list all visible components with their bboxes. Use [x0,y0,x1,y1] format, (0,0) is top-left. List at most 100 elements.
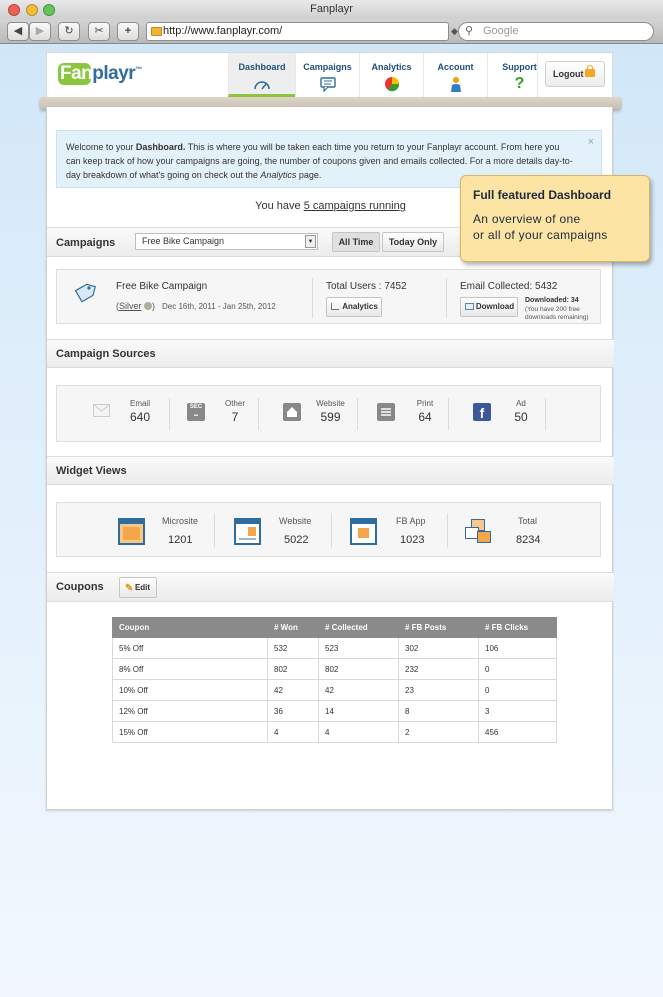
column-header: # FB Posts [398,617,479,638]
fb-app-icon [350,518,377,545]
campaigns-title: Campaigns [56,237,116,249]
today-only-button[interactable]: Today Only [382,232,444,252]
table-row: 10% Off 42 42 23 0 [112,679,557,701]
facebook-icon: f [473,403,491,421]
table-cell: 36 [267,700,319,722]
widget-views-title: Widget Views [56,465,127,477]
tab-analytics[interactable]: Analytics [359,53,423,97]
downloaded-count: Downloaded: 34 [525,297,579,304]
table-row: 15% Off 4 4 2 456 [112,721,557,743]
document-icon [377,403,395,421]
downloads-remaining: (You have 200 free downloads remaining) [525,306,589,321]
column-header: # FB Clicks [478,617,557,638]
chart-icon [331,303,339,310]
campaign-select[interactable]: Free Bike Campaign ▼ [135,233,318,250]
logo[interactable]: Fanplayr™ [60,63,142,85]
chevron-down-icon: ▼ [305,235,316,248]
widget-value-fb-app: 1023 [400,534,425,546]
table-cell: 523 [318,637,399,659]
table-cell: 10% Off [112,679,268,701]
edit-button[interactable]: ✎ Edit [119,577,157,598]
tab-campaigns[interactable]: Campaigns [295,53,359,97]
divider [357,398,358,430]
table-cell: 4 [318,721,399,743]
analytics-button[interactable]: Analytics [326,297,382,317]
widget-views-box: Microsite 1201 Website 5022 FB App 1023 … [56,502,601,557]
table-row: 8% Off 802 802 232 0 [112,658,557,680]
widget-value-microsite: 1201 [168,534,193,546]
zoom-window-button[interactable] [43,4,55,16]
table-cell: 532 [267,637,319,659]
logout-button[interactable]: Logout [545,61,605,87]
folder-icon [151,27,162,36]
source-label-email: Email [129,399,150,408]
forward-button[interactable]: ▶ [29,22,51,41]
pie-chart-icon [384,77,399,92]
campaign-detail: Free Bike Campaign (Silver ) Dec 16th, 2… [56,269,601,324]
minimize-window-button[interactable] [26,4,38,16]
callout-body: An overview of one or all of your campai… [473,211,637,243]
column-header: Coupon [112,617,268,638]
callout-line: or all of your campaigns [473,228,608,242]
campaign-level[interactable]: Silver [119,301,142,311]
table-cell: 8 [398,700,479,722]
url-dropdown-icon[interactable]: ◆ [451,22,458,40]
source-label-ad: Ad [516,399,526,408]
table-header-row: Coupon # Won # Collected # FB Posts # FB… [112,617,557,638]
snip-icon[interactable]: ✂ [88,22,110,41]
source-label-website: Website [316,399,345,408]
campaigns-running-link[interactable]: 5 campaigns running [304,200,406,212]
reload-icon[interactable]: ↻ [58,22,80,41]
url-bar[interactable]: http://www.fanplayr.com/ [146,22,449,41]
divider [169,398,170,430]
source-value-other: 7 [231,410,239,424]
table-cell: 4 [267,721,319,743]
campaign-sources-title: Campaign Sources [56,348,156,360]
table-cell: 232 [398,658,479,680]
table-cell: 3 [478,700,557,722]
table-cell: 802 [318,658,399,680]
table-cell: 15% Off [112,721,268,743]
table-cell: 12% Off [112,700,268,722]
email-collected: Email Collected: 5432 [460,281,558,292]
feature-callout: Full featured Dashboard An overview of o… [460,175,650,262]
table-cell: 302 [398,637,479,659]
divider [214,513,215,548]
chat-bubble-icon [319,77,336,92]
home-icon [283,403,301,421]
source-value-ad: 50 [514,410,528,424]
column-header: # Collected [318,617,399,638]
tab-support[interactable]: Support ? [487,53,551,97]
campaign-sources-bar: Campaign Sources [47,339,614,368]
pencil-icon: ✎ [125,583,134,594]
close-icon[interactable]: × [588,136,594,148]
table-cell: 42 [267,679,319,701]
coupon-tag-icon [74,283,97,303]
envelope-icon [93,404,110,417]
tab-dashboard[interactable]: Dashboard [228,53,295,97]
table-cell: 2 [398,721,479,743]
tab-account[interactable]: Account [423,53,487,97]
silver-badge-icon [144,302,153,310]
total-users: Total Users : 7452 [326,281,407,292]
window-titlebar: Fanplayr [0,0,663,19]
close-window-button[interactable] [8,4,20,16]
campaign-name: Free Bike Campaign [116,281,208,292]
divider [331,513,332,548]
nav-divider [537,53,538,97]
total-windows-icon [465,519,493,547]
search-input[interactable]: ⚲ Google [458,22,654,41]
table-cell: 106 [478,637,557,659]
window-title: Fanplayr [310,3,353,15]
back-button[interactable]: ◀ [7,22,29,41]
download-button[interactable]: Download [460,297,518,317]
all-time-button[interactable]: All Time [332,232,380,252]
table-cell: 23 [398,679,479,701]
column-header: # Won [267,617,319,638]
divider [545,398,546,430]
widget-views-bar: Widget Views [47,456,614,485]
divider [447,513,448,548]
add-tab-button[interactable]: + [117,22,139,41]
divider [312,278,313,318]
campaign-dates: Dec 16th, 2011 - Jan 25th, 2012 [162,302,276,311]
